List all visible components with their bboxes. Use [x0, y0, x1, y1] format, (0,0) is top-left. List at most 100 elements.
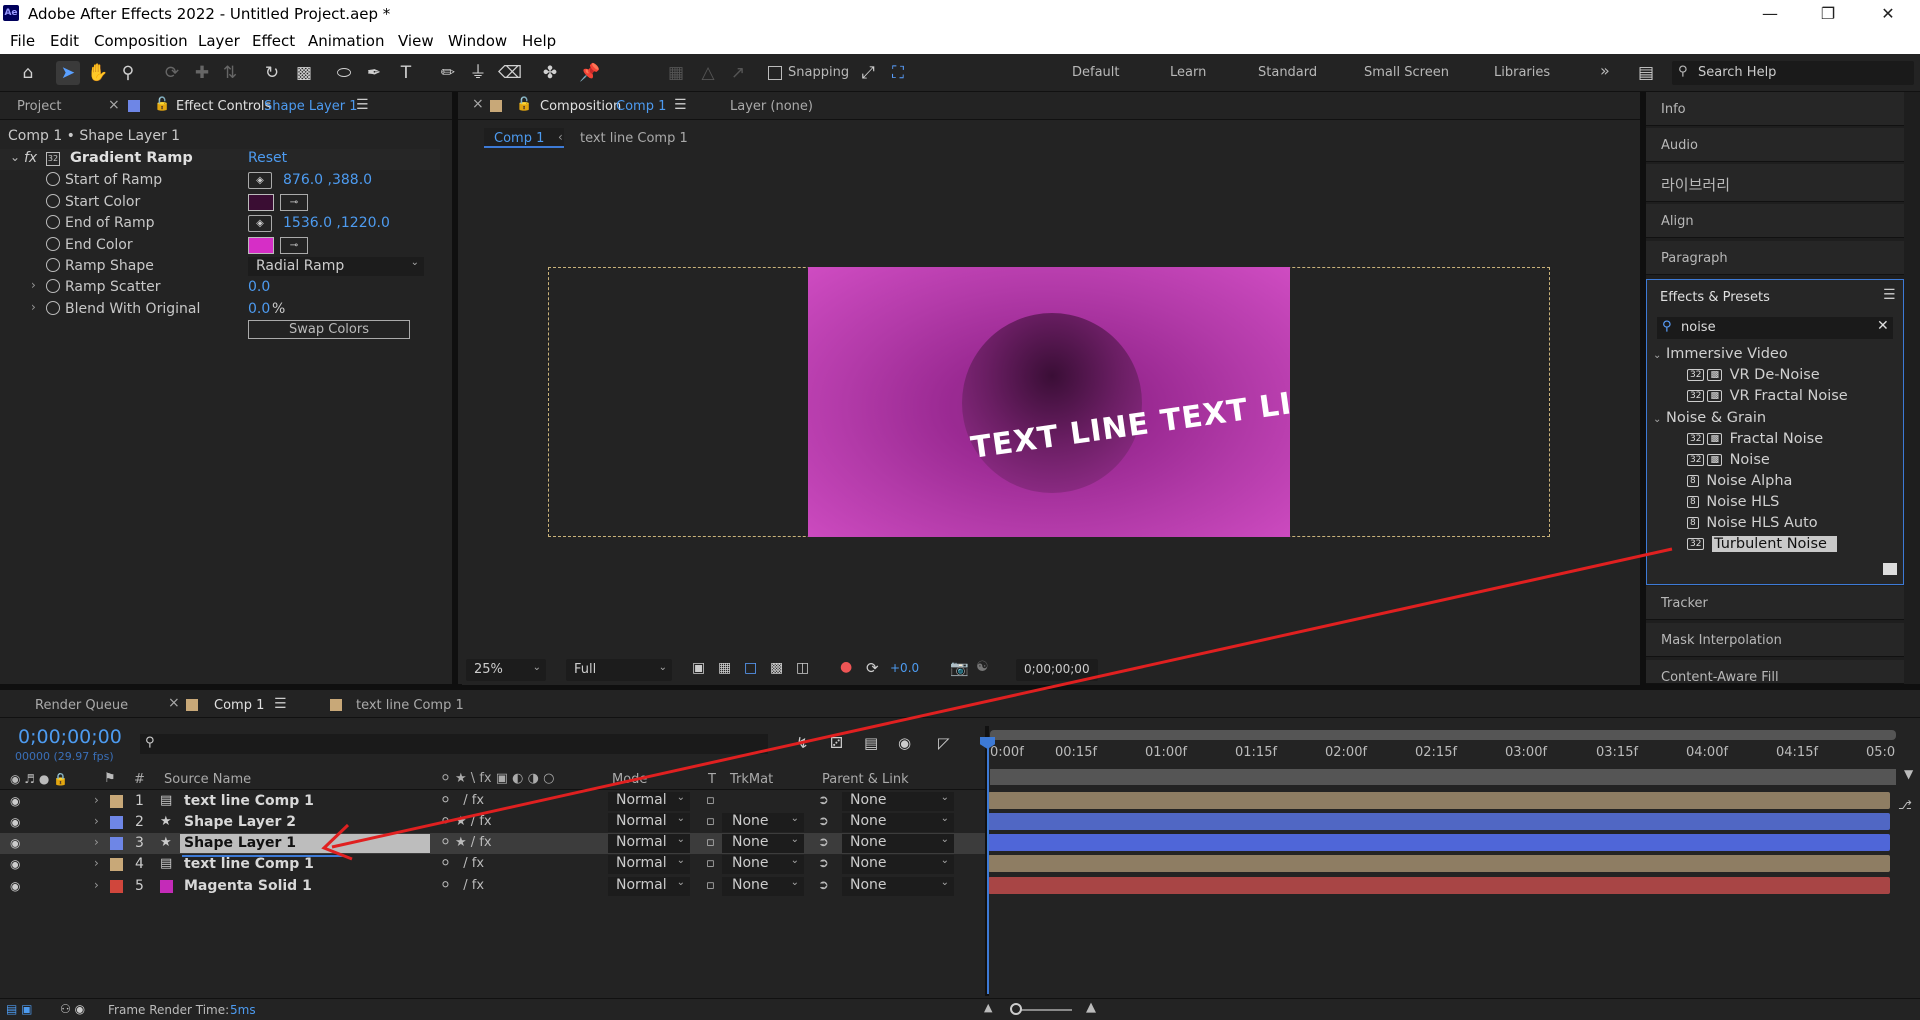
snapshot-camera-icon[interactable]: 📷 — [950, 659, 969, 677]
toggle-modes-icon[interactable]: ⚇ ◉ — [60, 1002, 85, 1016]
menu-edit[interactable]: Edit — [50, 32, 79, 50]
layer-bar-2[interactable] — [988, 813, 1890, 830]
region-of-interest-icon[interactable]: ▩ — [770, 660, 783, 676]
fast-preview-icon[interactable]: ▣ — [692, 660, 705, 676]
exposure-value[interactable]: +0.0 — [890, 661, 919, 675]
label-color-swatch[interactable] — [110, 837, 123, 850]
zoom-out-icon[interactable]: ▲ — [984, 1001, 992, 1014]
trkmat-dropdown[interactable]: None ⌄ — [722, 834, 804, 853]
layer-name[interactable]: Shape Layer 2 — [184, 814, 296, 830]
tab-effect-controls[interactable]: Effect Controls — [176, 99, 271, 114]
timeline-search-input[interactable]: ⚲ — [140, 734, 768, 754]
eye-icon[interactable]: ◉ — [10, 836, 20, 850]
toggle-switches-icon[interactable]: ▤ ▣ — [6, 1002, 33, 1016]
tab-effect-controls-layer[interactable]: Shape Layer 1 — [264, 99, 358, 114]
column-mode[interactable]: Mode — [612, 772, 647, 787]
column-source-name[interactable]: Source Name — [164, 772, 251, 787]
expand-twirl-icon[interactable]: › — [94, 793, 99, 807]
effects-search-input[interactable]: ⚲ noise ✕ — [1657, 317, 1893, 339]
mode-dropdown[interactable]: Normal ⌄ — [608, 813, 690, 832]
eye-icon[interactable]: ◉ — [10, 815, 20, 829]
label-color-swatch[interactable] — [110, 880, 123, 893]
end-of-ramp-value[interactable]: 1536.0 ,1220.0 — [283, 215, 390, 231]
label-color-swatch[interactable] — [110, 795, 123, 808]
guides-icon[interactable]: ◫ — [796, 660, 809, 676]
snap-3d-icon[interactable]: △ — [696, 61, 720, 85]
track-matte-toggle[interactable]: ▫ — [706, 856, 715, 871]
snap-arrow-icon[interactable]: ⤢ — [856, 61, 880, 85]
mask-interpolation-panel[interactable]: Mask Interpolation — [1646, 623, 1904, 657]
layer-row[interactable]: ◉ › 5 Magenta Solid 1 ⚪ / fx Normal ⌄ ▫ N… — [0, 876, 985, 897]
layer-name[interactable]: text line Comp 1 — [184, 856, 314, 872]
eyedropper-icon[interactable]: ⊸ — [280, 194, 308, 211]
more-workspaces-icon[interactable]: » — [1600, 61, 1610, 80]
trkmat-dropdown[interactable]: None ⌄ — [722, 813, 804, 832]
fx-icon[interactable]: fx — [24, 150, 37, 166]
workspace-libraries[interactable]: Libraries — [1494, 65, 1550, 80]
effect-item[interactable]: 32 ▩ Noise — [1687, 452, 1770, 472]
lock-icon[interactable]: 🔓 — [154, 97, 170, 112]
roto-brush-icon[interactable]: ✤ — [538, 61, 562, 85]
zoom-dropdown[interactable]: 25% ⌄ — [466, 659, 546, 681]
label-color-swatch[interactable] — [110, 858, 123, 871]
menu-layer[interactable]: Layer — [198, 32, 240, 50]
parent-dropdown[interactable]: None ⌄ — [842, 877, 954, 896]
time-navigator-bar[interactable] — [990, 769, 1896, 785]
stopwatch-icon[interactable] — [46, 237, 60, 251]
layer-switches-icon[interactable]: ⚪ / fx — [440, 856, 484, 871]
reset-exposure-icon[interactable]: ⟳ — [866, 659, 879, 677]
layer-switches-icon[interactable]: ⚪ / fx — [440, 878, 484, 893]
tab-layer[interactable]: Layer (none) — [730, 99, 813, 114]
close-tab-icon[interactable]: × — [472, 96, 484, 112]
pan-behind-icon[interactable]: ▩ — [292, 61, 316, 85]
eye-icon[interactable]: ◉ — [10, 879, 20, 893]
menu-composition[interactable]: Composition — [94, 32, 188, 50]
snapping-checkbox[interactable] — [768, 66, 782, 80]
stopwatch-icon[interactable] — [46, 194, 60, 208]
workspace-small-screen[interactable]: Small Screen — [1364, 65, 1449, 80]
subtab-text-line-comp[interactable]: text line Comp 1 — [580, 131, 688, 146]
close-tab-icon[interactable]: × — [168, 695, 180, 711]
graph-editor-icon[interactable]: ◸ — [938, 734, 950, 752]
pan-camera-icon[interactable]: ✚ — [190, 61, 214, 85]
ramp-scatter-value[interactable]: 0.0 — [248, 279, 270, 295]
parent-dropdown[interactable]: None ⌄ — [842, 834, 954, 853]
layer-row-selected[interactable]: ◉ › 3 ★ Shape Layer 1 ⚪ ★ / fx Normal ⌄ ▫… — [0, 833, 985, 854]
tab-comp1[interactable]: Comp 1 — [214, 698, 264, 713]
effect-item[interactable]: 32 ▩ VR De-Noise — [1687, 367, 1820, 387]
layer-name[interactable]: Shape Layer 1 — [184, 835, 296, 851]
pickwhip-icon[interactable]: ➲ — [818, 878, 829, 893]
effect-header[interactable]: ⌄ fx 32 Gradient Ramp Reset — [0, 149, 440, 170]
eyedropper-icon[interactable]: ⊸ — [280, 237, 308, 254]
start-color-swatch[interactable] — [248, 194, 274, 211]
close-icon[interactable]: ✕ — [1868, 2, 1908, 26]
minimize-icon[interactable]: — — [1750, 2, 1790, 26]
pickwhip-icon[interactable]: ➲ — [818, 835, 829, 850]
workspace-standard[interactable]: Standard — [1258, 65, 1317, 80]
mode-dropdown[interactable]: Normal ⌄ — [608, 877, 690, 896]
snap-target-icon[interactable]: ⛶ — [886, 61, 910, 85]
ramp-shape-dropdown[interactable]: Radial Ramp ⌄ — [248, 257, 424, 276]
expand-twirl-icon[interactable]: › — [94, 878, 99, 892]
trkmat-dropdown[interactable]: None ⌄ — [722, 877, 804, 896]
comp-marker-bin-icon[interactable]: ▼ — [1904, 767, 1916, 781]
clear-search-icon[interactable]: ✕ — [1877, 318, 1889, 334]
effect-item-selected[interactable]: 32 Turbulent Noise — [1687, 536, 1837, 556]
draft-3d-icon[interactable]: ⚂ — [830, 734, 843, 752]
expand-twirl-icon[interactable]: › — [31, 278, 36, 292]
snap-edge-icon[interactable]: ↗ — [726, 61, 750, 85]
stopwatch-icon[interactable] — [46, 215, 60, 229]
panel-menu-icon[interactable]: ☰ — [274, 696, 287, 712]
layer-switches-icon[interactable]: ⚪ ★ / fx — [440, 835, 492, 850]
menu-window[interactable]: Window — [448, 32, 507, 50]
mode-dropdown[interactable]: Normal ⌄ — [608, 855, 690, 874]
gradient-circle[interactable] — [962, 313, 1142, 493]
align-panel[interactable]: Align — [1646, 204, 1904, 238]
track-matte-toggle[interactable]: ▫ — [706, 878, 715, 893]
zoom-slider-handle[interactable] — [1010, 1003, 1022, 1015]
work-area-bar[interactable] — [990, 730, 1896, 740]
comp-button-icon[interactable]: ⎇ — [1898, 798, 1912, 812]
pen-tool-icon[interactable]: ✒ — [362, 61, 386, 85]
expand-twirl-icon[interactable]: › — [94, 856, 99, 870]
eye-icon[interactable]: ◉ — [10, 857, 20, 871]
